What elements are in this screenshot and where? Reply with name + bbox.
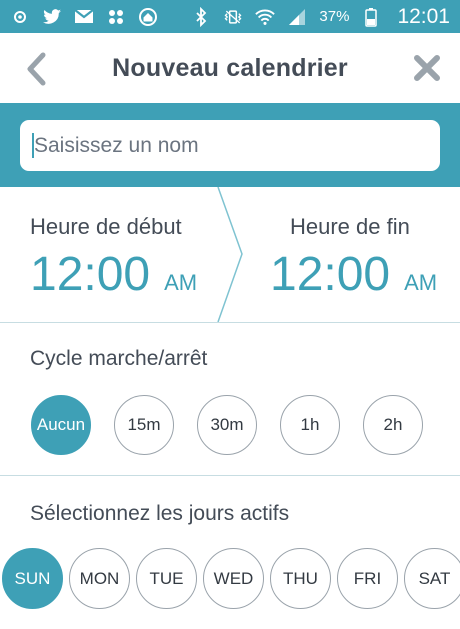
cycle-option-30m[interactable]: 30m [197,395,257,455]
status-bar-right: 37% 12:01 [191,5,450,29]
start-time-hm: 12:00 [30,248,151,301]
close-button[interactable] [412,53,442,83]
start-time-value: 12:00 AM [30,247,197,302]
battery-percent: 37% [319,8,350,25]
status-bar: 37% 12:01 [0,0,460,33]
text-cursor [32,133,34,158]
wifi-icon [255,7,276,27]
day-option-mon[interactable]: MON [69,548,130,609]
back-button[interactable] [22,51,52,87]
settings-icon [10,7,30,27]
cycle-title: Cycle marche/arrêt [30,347,208,370]
start-time-picker[interactable]: Heure de début 12:00 AM [30,187,230,322]
battery-icon [361,7,381,27]
end-time-hm: 12:00 [270,248,391,301]
chevron-divider-icon [217,187,243,322]
day-option-fri[interactable]: FRI [337,548,398,609]
gmail-icon [74,7,94,27]
cycle-option-1h[interactable]: 1h [280,395,340,455]
name-band [0,103,460,187]
home-icon [138,7,158,27]
cycle-option-15m[interactable]: 15m [114,395,174,455]
app-header: Nouveau calendrier [0,33,460,103]
status-time: 12:01 [397,4,450,28]
cycle-option-2h[interactable]: 2h [363,395,423,455]
chevron-left-icon [27,52,46,86]
end-time-label: Heure de fin [290,214,410,239]
days-title: Sélectionnez les jours actifs [30,502,290,525]
twitter-icon [42,7,62,27]
section-divider [0,475,460,476]
pinwheel-icon [106,7,126,27]
end-time-value: 12:00 AM [270,247,437,302]
bluetooth-icon [191,6,211,27]
end-time-period: AM [404,270,438,295]
cycle-option-aucun[interactable]: Aucun [31,395,91,455]
day-option-thu[interactable]: THU [270,548,331,609]
day-options: SUN MON TUE WED THU FRI SAT [2,548,460,609]
day-option-tue[interactable]: TUE [136,548,197,609]
day-option-sat[interactable]: SAT [404,548,460,609]
status-bar-left [10,7,158,27]
day-option-wed[interactable]: WED [203,548,264,609]
cycle-options: Aucun 15m 30m 1h 2h [31,395,423,455]
vibrate-icon [223,7,243,27]
signal-icon [287,7,307,27]
end-time-picker[interactable]: Heure de fin 12:00 AM [270,187,450,322]
time-section: Heure de début 12:00 AM Heure de fin 12:0… [0,187,460,323]
calendar-name-input[interactable] [20,120,440,171]
start-time-period: AM [164,270,198,295]
page-title: Nouveau calendrier [112,53,348,82]
start-time-label: Heure de début [30,214,182,239]
day-option-sun[interactable]: SUN [2,548,63,609]
close-icon [414,55,440,81]
